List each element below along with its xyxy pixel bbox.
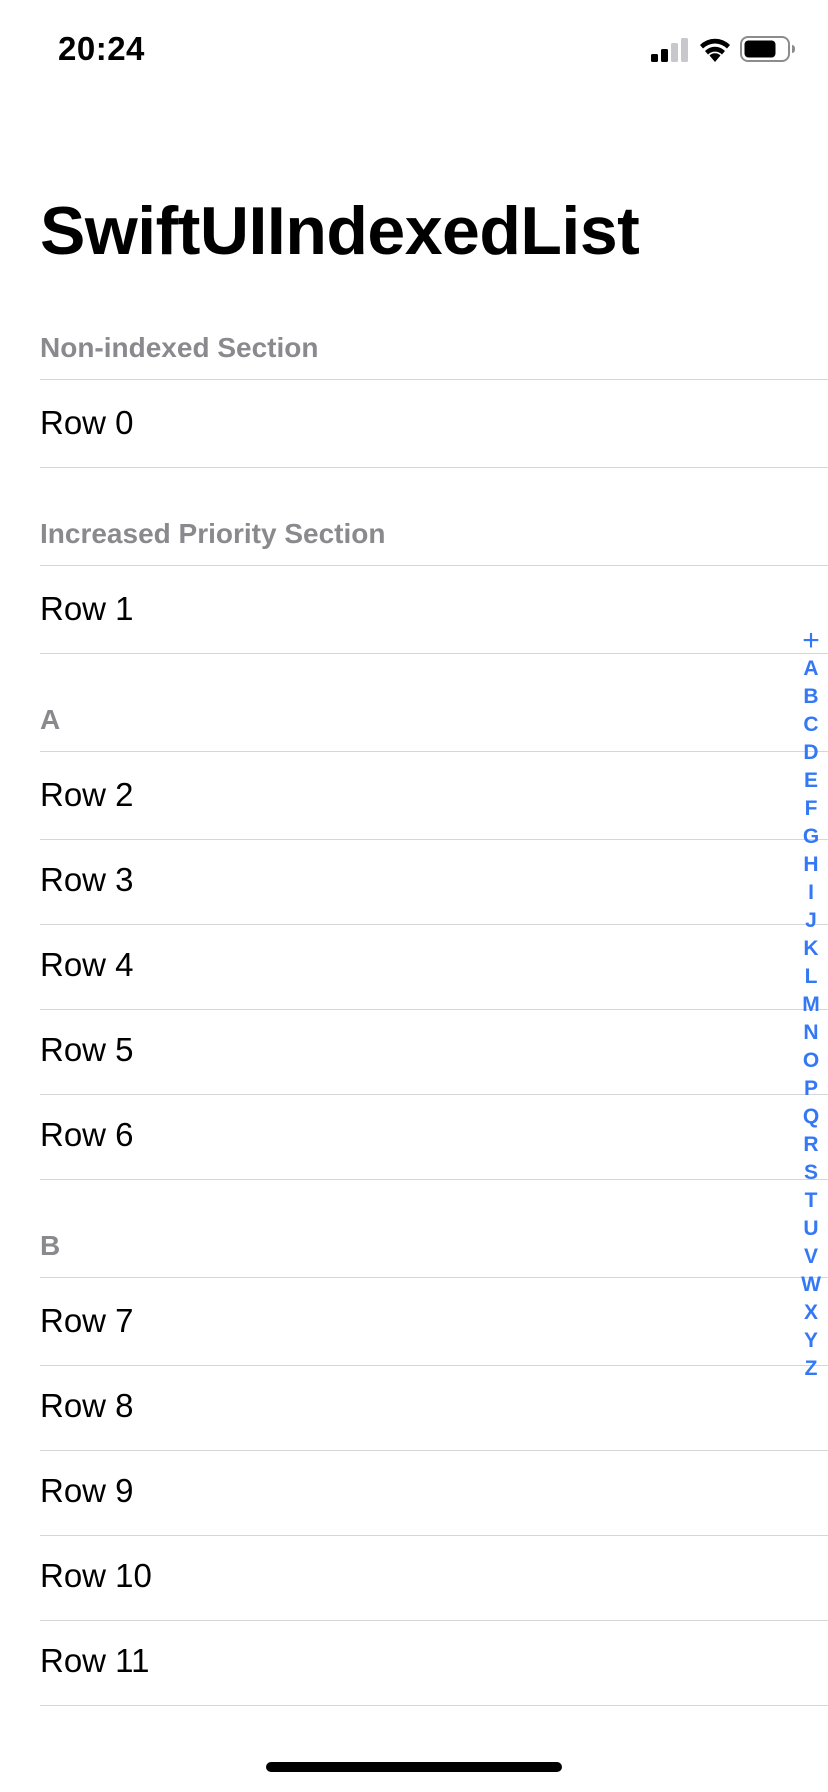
- battery-icon: [740, 36, 795, 62]
- row-label: Row 3: [40, 861, 134, 898]
- index-item-m[interactable]: M: [802, 991, 820, 1019]
- index-item-i[interactable]: I: [808, 879, 814, 907]
- index-item-t[interactable]: T: [805, 1187, 818, 1215]
- index-item-x[interactable]: X: [804, 1299, 818, 1327]
- section-header-increased-priority: Increased Priority Section: [40, 518, 386, 549]
- row-label: Row 1: [40, 590, 134, 627]
- row-label: Row 10: [40, 1557, 152, 1594]
- section-header-b: B: [40, 1230, 61, 1261]
- list-row[interactable]: Row 3: [40, 837, 828, 925]
- status-time: 20:24: [58, 30, 145, 67]
- index-item-a[interactable]: A: [803, 655, 818, 683]
- index-item-y[interactable]: Y: [804, 1327, 818, 1355]
- index-item-b[interactable]: B: [803, 683, 818, 711]
- list-row[interactable]: Row 6: [40, 1092, 828, 1180]
- cellular-signal-icon: [651, 38, 688, 62]
- index-item-f[interactable]: F: [805, 795, 818, 823]
- section-index[interactable]: + A B C D E F G H I J K L M N O P Q R S …: [796, 626, 826, 1383]
- row-label: Row 9: [40, 1472, 134, 1509]
- index-item-q[interactable]: Q: [803, 1103, 819, 1131]
- index-item-o[interactable]: O: [803, 1047, 819, 1075]
- index-item-k[interactable]: K: [803, 935, 818, 963]
- index-item-p[interactable]: P: [804, 1075, 818, 1103]
- index-item-j[interactable]: J: [805, 907, 817, 935]
- row-label: Row 8: [40, 1387, 134, 1424]
- index-item-r[interactable]: R: [803, 1131, 818, 1159]
- index-item-g[interactable]: G: [803, 823, 819, 851]
- list-row[interactable]: Row 4: [40, 922, 828, 1010]
- index-item-h[interactable]: H: [803, 851, 818, 879]
- page-title: SwiftUIIndexedList: [40, 193, 640, 269]
- row-label: Row 11: [40, 1642, 150, 1679]
- row-label: Row 7: [40, 1302, 134, 1339]
- index-item-d[interactable]: D: [803, 739, 818, 767]
- index-item-w[interactable]: W: [801, 1271, 821, 1299]
- list-row[interactable]: Row 8: [40, 1363, 828, 1451]
- list-row[interactable]: Row 11: [40, 1618, 828, 1706]
- list-row[interactable]: Row 9: [40, 1448, 828, 1536]
- list-row[interactable]: Row 5: [40, 1007, 828, 1095]
- index-item-u[interactable]: U: [803, 1215, 818, 1243]
- index-item-v[interactable]: V: [804, 1243, 818, 1271]
- index-item-c[interactable]: C: [803, 711, 818, 739]
- row-label: Row 0: [40, 404, 134, 441]
- list-row[interactable]: Row 7: [40, 1278, 828, 1366]
- screen: 20:24 SwiftUIIndexedList Non-indexed Sec…: [0, 0, 828, 1792]
- row-label: Row 2: [40, 776, 134, 813]
- list-row[interactable]: Row 0: [40, 380, 828, 468]
- index-item-l[interactable]: L: [805, 963, 818, 991]
- index-item-n[interactable]: N: [803, 1019, 818, 1047]
- row-label: Row 5: [40, 1031, 134, 1068]
- status-bar: 20:24: [0, 0, 828, 100]
- index-item-z[interactable]: Z: [805, 1355, 818, 1383]
- row-label: Row 4: [40, 946, 134, 983]
- section-header-a: A: [40, 704, 61, 735]
- index-item-plus[interactable]: +: [802, 626, 820, 656]
- index-item-s[interactable]: S: [804, 1159, 818, 1187]
- list-row[interactable]: Row 1: [40, 566, 828, 654]
- row-label: Row 6: [40, 1116, 134, 1153]
- index-item-e[interactable]: E: [804, 767, 818, 795]
- home-indicator[interactable]: [266, 1762, 562, 1772]
- list-row[interactable]: Row 10: [40, 1533, 828, 1621]
- wifi-icon: [700, 38, 730, 62]
- list-row[interactable]: Row 2: [40, 752, 828, 840]
- section-header-non-indexed: Non-indexed Section: [40, 332, 319, 363]
